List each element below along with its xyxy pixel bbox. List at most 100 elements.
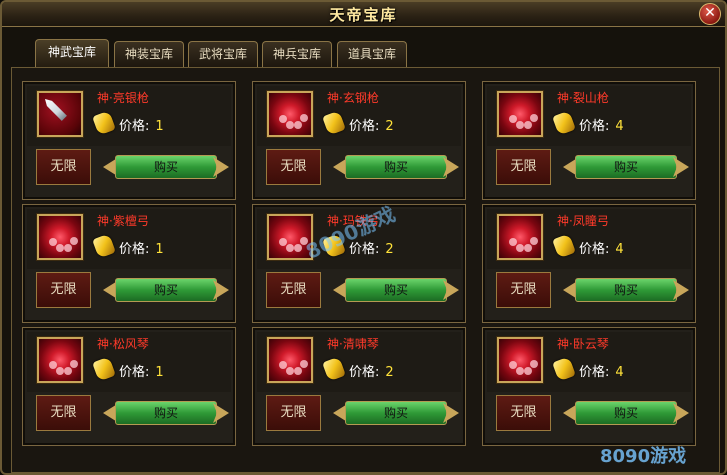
buy-button-group: 购买 [103,153,229,181]
buy-button[interactable]: 购买 [575,278,677,302]
purchase-limit-badge: 无限 [496,149,551,185]
item-price: 价格: 4 [579,361,624,380]
price-value: 2 [385,242,394,257]
red-gem-icon[interactable] [497,91,543,137]
buy-button[interactable]: 购买 [575,401,677,425]
item-card: 神·紫檀弓 价格: 1 无限 购买 [22,204,236,323]
price-value: 1 [155,242,164,257]
buy-button-group: 购买 [563,276,689,304]
red-gem-icon[interactable] [267,91,313,137]
price-label: 价格: [579,242,610,257]
item-info: 神·凤瞳弓价格: 4 [487,209,691,269]
buy-button[interactable]: 购买 [345,401,447,425]
gold-ingot-icon [92,233,116,259]
buy-button[interactable]: 购买 [575,155,677,179]
item-card: 神·松风琴 价格: 1 无限 购买 [22,327,236,446]
price-label: 价格: [119,119,150,134]
item-price: 价格: 2 [349,361,394,380]
red-gem-icon[interactable] [37,337,83,383]
price-label: 价格: [349,365,380,380]
purchase-limit-badge: 无限 [266,272,321,308]
gold-ingot-icon [92,110,116,136]
purchase-limit-badge: 无限 [36,149,91,185]
tab-2[interactable]: 神装宝库 [114,41,184,67]
item-info: 神·玛铁弓价格: 2 [257,209,461,269]
item-price: 价格: 2 [349,238,394,257]
item-grid: 神·亮银枪 价格: 1 无限 购买 神·玄钢枪 价格: 2 无限 购买 神·裂山枪 价格: 4 无限 购买神… [11,67,720,473]
price-value: 4 [615,365,624,380]
item-price: 价格: 4 [579,115,624,134]
buy-button[interactable]: 购买 [345,278,447,302]
item-price: 价格: 4 [579,238,624,257]
item-name: 神·玄钢枪 [327,91,379,105]
price-label: 价格: [119,365,150,380]
price-label: 价格: [349,242,380,257]
price-label: 价格: [119,242,150,257]
item-info: 神·裂山枪 价格: 4 [487,86,691,146]
close-button[interactable]: ✕ [699,3,721,25]
buy-button[interactable]: 购买 [115,155,217,179]
red-gem-icon[interactable] [497,214,543,260]
item-name: 神·亮银枪 [97,91,149,105]
item-info: 神·紫檀弓 价格: 1 [27,209,231,269]
gold-ingot-icon [322,233,346,259]
item-price: 价格: 1 [119,115,164,134]
red-gem-icon[interactable] [267,214,313,260]
price-value: 4 [615,242,624,257]
gold-ingot-icon [322,110,346,136]
gold-ingot-icon [92,356,116,382]
buy-button[interactable]: 购买 [115,401,217,425]
item-info: 神·玄钢枪价格: 2 [257,86,461,146]
buy-button-group: 购买 [333,399,459,427]
purchase-limit-badge: 无限 [496,395,551,431]
tab-1[interactable]: 神武宝库 [35,39,109,67]
buy-button-group: 购买 [103,399,229,427]
gold-ingot-icon [552,356,576,382]
gold-ingot-icon [322,356,346,382]
item-card: 神·亮银枪价格: 1 无限 购买 [22,81,236,200]
item-info: 神·清啸琴价格: 2 [257,332,461,392]
buy-button-group: 购买 [103,276,229,304]
item-card: 神·凤瞳弓价格: 4 无限 购买 [482,204,696,323]
buy-button-group: 购买 [333,153,459,181]
buy-button[interactable]: 购买 [345,155,447,179]
item-info: 神·松风琴 价格: 1 [27,332,231,392]
tab-4[interactable]: 神兵宝库 [262,41,332,67]
tab-5[interactable]: 道具宝库 [337,41,407,67]
price-value: 1 [155,119,164,134]
gold-ingot-icon [552,110,576,136]
item-price: 价格: 1 [119,361,164,380]
item-info: 神·亮银枪价格: 1 [27,86,231,146]
item-name: 神·卧云琴 [557,337,609,351]
item-card: 神·裂山枪 价格: 4 无限 购买 [482,81,696,200]
price-value: 2 [385,119,394,134]
price-value: 1 [155,365,164,380]
red-gem-icon[interactable] [497,337,543,383]
purchase-limit-badge: 无限 [496,272,551,308]
item-price: 价格: 2 [349,115,394,134]
red-gem-icon[interactable] [37,214,83,260]
item-price: 价格: 1 [119,238,164,257]
item-card: 神·玄钢枪 价格: 2 无限 购买 [252,81,466,200]
buy-button-group: 购买 [333,276,459,304]
gold-ingot-icon [552,233,576,259]
tab-3[interactable]: 武将宝库 [188,41,258,67]
red-gem-icon[interactable] [267,337,313,383]
item-card: 神·卧云琴价格: 4 无限 购买 [482,327,696,446]
item-name: 神·清啸琴 [327,337,379,351]
item-name: 神·玛铁弓 [327,214,379,228]
spear-icon[interactable] [37,91,83,137]
buy-button-group: 购买 [563,399,689,427]
purchase-limit-badge: 无限 [36,395,91,431]
item-name: 神·凤瞳弓 [557,214,609,228]
purchase-limit-badge: 无限 [36,272,91,308]
price-label: 价格: [579,365,610,380]
buy-button[interactable]: 购买 [115,278,217,302]
purchase-limit-badge: 无限 [266,395,321,431]
window-title: 天帝宝库 [329,6,398,24]
item-info: 神·卧云琴价格: 4 [487,332,691,392]
price-value: 2 [385,365,394,380]
title-bar: 天帝宝库 ✕ [2,2,725,27]
item-card: 神·玛铁弓价格: 2 无限 购买 [252,204,466,323]
price-label: 价格: [579,119,610,134]
